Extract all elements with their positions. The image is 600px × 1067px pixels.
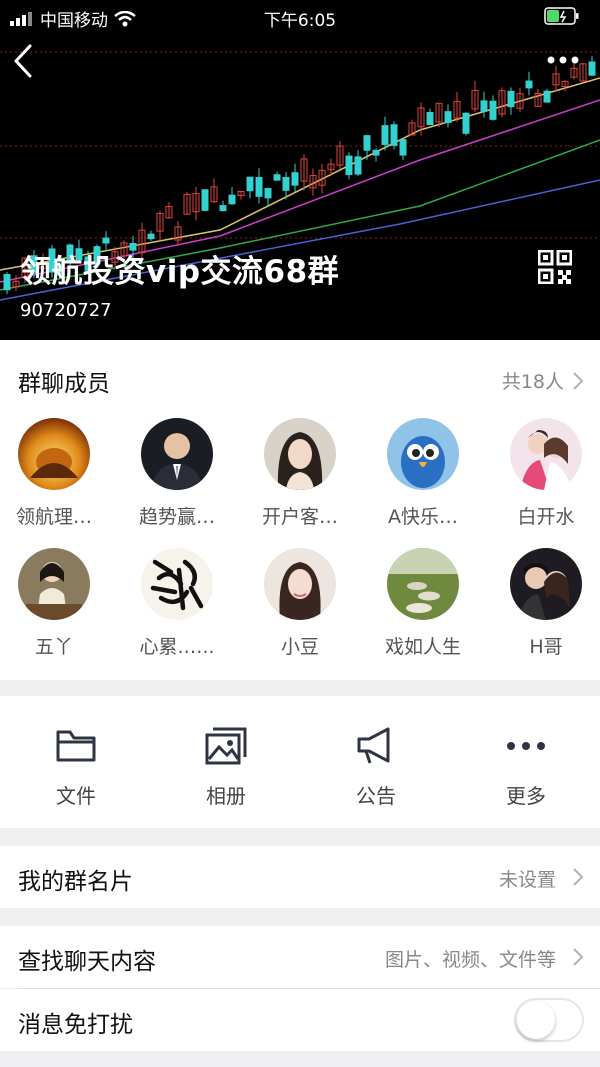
- battery-icon: [544, 7, 579, 25]
- chart-candle: [246, 176, 254, 192]
- chart-candle: [291, 172, 299, 186]
- chart-candle: [3, 274, 11, 291]
- member-item[interactable]: H哥: [486, 548, 600, 659]
- chart-candle: [273, 174, 281, 181]
- member-name: 领航理…: [15, 506, 92, 528]
- chart-candle: [255, 177, 263, 197]
- my-group-card-value: 未设置: [498, 869, 556, 891]
- search-chat-row[interactable]: 查找聊天内容 图片、视频、文件等: [0, 926, 600, 988]
- photo-album-icon: [205, 727, 247, 765]
- chart-candle: [219, 205, 227, 212]
- more-options-button[interactable]: [546, 50, 580, 70]
- member-item[interactable]: 心累.…..: [117, 548, 237, 659]
- group-name: 领航投资vip交流68群: [20, 254, 340, 290]
- chart-candle: [525, 80, 533, 89]
- chart-candle: [507, 90, 515, 108]
- more-dots-icon: [507, 742, 545, 750]
- megaphone-icon: [357, 727, 390, 764]
- chart-candle: [201, 189, 209, 211]
- files-action[interactable]: 文件: [26, 726, 126, 809]
- my-group-card-title: 我的群名片: [18, 869, 133, 895]
- members-title: 群聊成员: [18, 371, 110, 397]
- girl-sitting-avatar: [18, 548, 90, 620]
- member-name: 心累.…..: [139, 636, 215, 658]
- member-item[interactable]: 领航理…: [0, 418, 114, 529]
- member-item[interactable]: 五丫: [0, 548, 114, 659]
- chart-candle: [363, 135, 371, 151]
- album-label: 相册: [206, 784, 246, 808]
- chart-candle: [480, 100, 488, 112]
- group-info-screen: 中国移动 下午6:05 领航投资vip交流68群 90720727 群聊成员 共…: [0, 0, 600, 1067]
- chart-candle: [399, 139, 407, 156]
- status-time: 下午6:05: [263, 11, 337, 31]
- member-item[interactable]: A快乐…: [363, 418, 483, 529]
- chart-candle: [381, 125, 389, 145]
- member-item[interactable]: 戏如人生: [363, 548, 483, 659]
- woman-selfie-avatar: [264, 548, 336, 620]
- chart-candle: [354, 156, 362, 175]
- chart-candle: [228, 194, 236, 205]
- search-chat-title: 查找聊天内容: [18, 949, 156, 975]
- member-name: 开户客…: [261, 506, 338, 528]
- folder-icon: [56, 730, 96, 762]
- status-bar: 中国移动 下午6:05: [0, 0, 600, 34]
- members-count: 共18人: [501, 371, 564, 393]
- chart-candle: [264, 188, 272, 199]
- more-action[interactable]: 更多: [476, 726, 576, 809]
- do-not-disturb-toggle[interactable]: [514, 998, 584, 1042]
- chart-candle: [282, 177, 290, 191]
- man-in-suit-avatar: [141, 418, 213, 490]
- my-group-card-row[interactable]: 我的群名片 未设置: [0, 846, 600, 908]
- do-not-disturb-row: 消息免打扰: [0, 989, 600, 1051]
- member-name: 小豆: [280, 636, 319, 658]
- announcement-action[interactable]: 公告: [326, 726, 426, 809]
- search-chat-hint: 图片、视频、文件等: [384, 949, 556, 971]
- calligraphy-avatar: [141, 548, 213, 620]
- chart-candle: [462, 112, 470, 134]
- chart-candle: [372, 149, 380, 156]
- member-name: H哥: [529, 636, 563, 658]
- chart-candle: [147, 233, 155, 240]
- member-name: A快乐…: [388, 506, 458, 528]
- member-name: 戏如人生: [384, 636, 461, 658]
- chevron-right-icon: [573, 371, 584, 390]
- action-grid: 文件 相册 公告 更多: [0, 696, 600, 828]
- more-label: 更多: [506, 784, 546, 808]
- member-name: 趋势赢…: [138, 506, 215, 528]
- member-name: 五丫: [34, 636, 73, 658]
- do-not-disturb-title: 消息免打扰: [18, 1012, 133, 1038]
- members-count-link[interactable]: 共18人: [502, 367, 584, 394]
- album-action[interactable]: 相册: [176, 726, 276, 809]
- blue-parrot-avatar: [387, 418, 459, 490]
- chart-candle: [444, 111, 452, 124]
- chevron-right-icon: [573, 868, 584, 886]
- member-item[interactable]: 开户客…: [240, 418, 360, 529]
- chart-candle: [588, 61, 596, 76]
- qr-code-button[interactable]: [538, 250, 572, 284]
- member-item[interactable]: 趋势赢…: [117, 418, 237, 529]
- chevron-right-icon: [573, 948, 584, 966]
- chart-candle: [102, 237, 110, 244]
- announcement-label: 公告: [356, 784, 396, 808]
- chart-candle: [390, 124, 398, 146]
- files-label: 文件: [56, 784, 96, 808]
- chart-candle: [345, 155, 353, 176]
- couple-photo-avatar: [510, 418, 582, 490]
- woman-portrait-avatar: [264, 418, 336, 490]
- chart-candle: [543, 90, 551, 103]
- stone-path-avatar: [387, 548, 459, 620]
- member-item[interactable]: 小豆: [240, 548, 360, 659]
- golden-dragon-avatar: [18, 418, 90, 490]
- member-item[interactable]: 白开水: [486, 418, 600, 529]
- member-name: 白开水: [517, 506, 575, 528]
- group-header: 中国移动 下午6:05 领航投资vip交流68群 90720727: [0, 0, 600, 340]
- group-id: 90720727: [20, 300, 112, 321]
- back-button[interactable]: [10, 42, 38, 80]
- chart-candle: [489, 100, 497, 120]
- couple-dark-avatar: [510, 548, 582, 620]
- chart-candle: [426, 112, 434, 126]
- members-section: 群聊成员 共18人 领航理… 趋势赢… 开户客… A快乐… 白开水 五丫 心累.…: [0, 340, 600, 680]
- toggle-knob: [517, 1001, 555, 1039]
